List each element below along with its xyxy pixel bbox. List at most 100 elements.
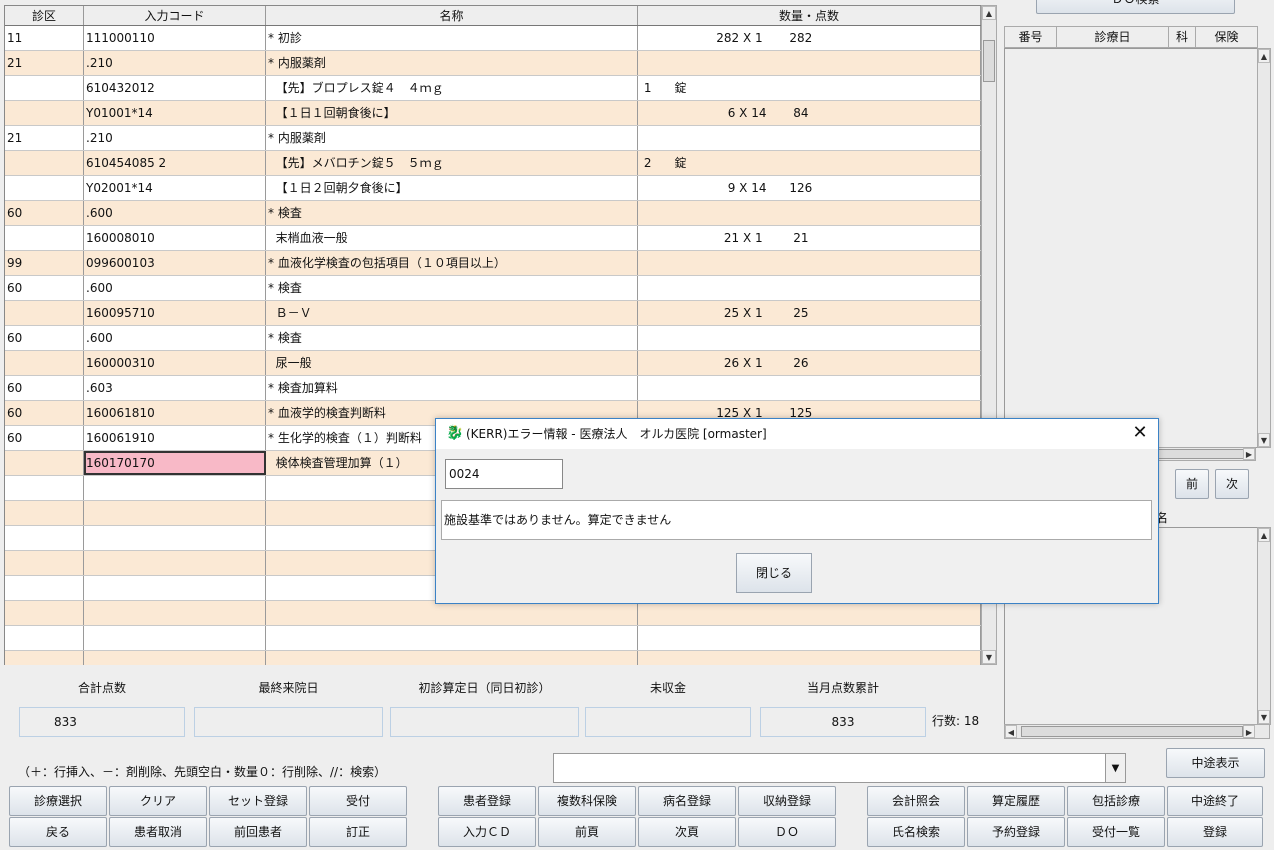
table-row[interactable]: 160008010 末梢血液一般 21 X 1 21 bbox=[5, 226, 981, 251]
function-button-r2-7[interactable]: 次頁 bbox=[638, 817, 736, 847]
function-button-r1-2[interactable]: クリア bbox=[109, 786, 207, 816]
cell-shinku[interactable] bbox=[5, 176, 84, 200]
function-button-r1-8[interactable]: 収納登録 bbox=[738, 786, 836, 816]
cell-input-code[interactable]: 610432012 bbox=[84, 76, 266, 100]
cell-name[interactable]: * 内服薬剤 bbox=[266, 51, 638, 75]
scroll-up-icon[interactable]: ▲ bbox=[982, 6, 996, 20]
disease-horizontal-scrollbar[interactable]: ◀ ▶ bbox=[1004, 724, 1270, 739]
cell-shinku[interactable]: 21 bbox=[5, 126, 84, 150]
table-row[interactable]: 60.603 * 検査加算料 bbox=[5, 376, 981, 401]
disease-scroll-right-icon[interactable]: ▶ bbox=[1243, 725, 1255, 738]
function-button-r1-1[interactable]: 診療選択 bbox=[9, 786, 107, 816]
cell-shinku[interactable] bbox=[5, 451, 84, 475]
function-button-r1-12[interactable]: 中途終了 bbox=[1167, 786, 1263, 816]
table-row[interactable] bbox=[5, 651, 981, 665]
cell-quantity[interactable] bbox=[638, 251, 981, 275]
cell-name[interactable]: * 検査 bbox=[266, 326, 638, 350]
cell-quantity[interactable] bbox=[638, 126, 981, 150]
close-icon[interactable]: ✕ bbox=[1130, 423, 1150, 443]
cell-name[interactable]: 【先】ブロプレス錠４ ４ｍｇ bbox=[266, 76, 638, 100]
scroll-down-icon[interactable]: ▼ bbox=[982, 650, 996, 664]
cell-input-code[interactable]: 160061810 bbox=[84, 401, 266, 425]
cell-quantity[interactable] bbox=[638, 651, 981, 665]
next-button[interactable]: 次 bbox=[1215, 469, 1249, 499]
cell-shinku[interactable] bbox=[5, 601, 84, 625]
command-dropdown-button[interactable]: ▼ bbox=[1105, 753, 1126, 783]
cell-input-code[interactable]: Y01001*14 bbox=[84, 101, 266, 125]
function-button-r2-8[interactable]: ＤＯ bbox=[738, 817, 836, 847]
table-row[interactable]: 610432012 【先】ブロプレス錠４ ４ｍｇ 1 錠 bbox=[5, 76, 981, 101]
cell-input-code[interactable]: .600 bbox=[84, 326, 266, 350]
cell-input-code[interactable] bbox=[84, 476, 266, 500]
cell-input-code[interactable]: 610454085 2 bbox=[84, 151, 266, 175]
function-button-r2-2[interactable]: 患者取消 bbox=[109, 817, 207, 847]
cell-input-code[interactable]: 160008010 bbox=[84, 226, 266, 250]
cell-input-code[interactable]: .210 bbox=[84, 51, 266, 75]
prev-button[interactable]: 前 bbox=[1175, 469, 1209, 499]
function-button-r1-4[interactable]: 受付 bbox=[309, 786, 407, 816]
table-row[interactable]: 21.210 * 内服薬剤 bbox=[5, 126, 981, 151]
cell-shinku[interactable]: 60 bbox=[5, 426, 84, 450]
cell-input-code[interactable]: 099600103 bbox=[84, 251, 266, 275]
function-button-r2-12[interactable]: 登録 bbox=[1167, 817, 1263, 847]
cell-shinku[interactable]: 99 bbox=[5, 251, 84, 275]
table-row[interactable]: 21.210 * 内服薬剤 bbox=[5, 51, 981, 76]
history-hscroll-thumb[interactable] bbox=[1155, 449, 1245, 459]
cell-name[interactable] bbox=[266, 626, 638, 650]
cell-name[interactable]: 【１日１回朝食後に】 bbox=[266, 101, 638, 125]
cell-quantity[interactable]: 26 X 1 26 bbox=[638, 351, 981, 375]
table-row[interactable] bbox=[5, 626, 981, 651]
cell-name[interactable]: 尿一般 bbox=[266, 351, 638, 375]
cell-shinku[interactable] bbox=[5, 576, 84, 600]
cell-name[interactable]: * 検査 bbox=[266, 276, 638, 300]
history-scroll-down-icon[interactable]: ▼ bbox=[1258, 433, 1270, 447]
function-button-r1-7[interactable]: 病名登録 bbox=[638, 786, 736, 816]
cell-input-code[interactable]: 160170170 bbox=[84, 451, 266, 475]
cell-quantity[interactable]: 2 錠 bbox=[638, 151, 981, 175]
cell-name[interactable]: 末梢血液一般 bbox=[266, 226, 638, 250]
cell-name[interactable]: * 初診 bbox=[266, 26, 638, 50]
cell-shinku[interactable]: 60 bbox=[5, 276, 84, 300]
cell-name[interactable]: * 検査 bbox=[266, 201, 638, 225]
disease-scroll-down-icon[interactable]: ▼ bbox=[1258, 710, 1270, 724]
function-button-r2-4[interactable]: 訂正 bbox=[309, 817, 407, 847]
cell-quantity[interactable] bbox=[638, 51, 981, 75]
table-row[interactable]: 160095710 Ｂ－Ｖ 25 X 1 25 bbox=[5, 301, 981, 326]
cell-quantity[interactable] bbox=[638, 601, 981, 625]
history-scroll-right-icon[interactable]: ▶ bbox=[1243, 448, 1255, 460]
table-row[interactable]: 60.600 * 検査 bbox=[5, 326, 981, 351]
cell-input-code[interactable] bbox=[84, 551, 266, 575]
table-row[interactable]: 160000310 尿一般 26 X 1 26 bbox=[5, 351, 981, 376]
function-button-r2-6[interactable]: 前頁 bbox=[538, 817, 636, 847]
cell-input-code[interactable]: .603 bbox=[84, 376, 266, 400]
cell-quantity[interactable]: 9 X 14 126 bbox=[638, 176, 981, 200]
cell-name[interactable] bbox=[266, 601, 638, 625]
cell-shinku[interactable] bbox=[5, 101, 84, 125]
cell-name[interactable]: Ｂ－Ｖ bbox=[266, 301, 638, 325]
scroll-thumb[interactable] bbox=[983, 40, 995, 82]
cell-input-code[interactable]: .600 bbox=[84, 276, 266, 300]
cell-input-code[interactable] bbox=[84, 651, 266, 665]
cell-name[interactable]: * 検査加算料 bbox=[266, 376, 638, 400]
cell-quantity[interactable] bbox=[638, 376, 981, 400]
table-row[interactable]: 610454085 2 【先】メバロチン錠５ ５ｍｇ 2 錠 bbox=[5, 151, 981, 176]
cell-shinku[interactable]: 60 bbox=[5, 326, 84, 350]
function-button-r2-9[interactable]: 氏名検索 bbox=[867, 817, 965, 847]
midway-display-button[interactable]: 中途表示 bbox=[1166, 748, 1265, 778]
cell-shinku[interactable] bbox=[5, 151, 84, 175]
cell-quantity[interactable] bbox=[638, 201, 981, 225]
function-button-r2-1[interactable]: 戻る bbox=[9, 817, 107, 847]
cell-shinku[interactable] bbox=[5, 551, 84, 575]
dialog-close-button[interactable]: 閉じる bbox=[736, 553, 812, 593]
command-input[interactable] bbox=[553, 753, 1106, 783]
cell-input-code[interactable]: 160000310 bbox=[84, 351, 266, 375]
cell-input-code[interactable]: 160095710 bbox=[84, 301, 266, 325]
cell-input-code[interactable] bbox=[84, 501, 266, 525]
cell-shinku[interactable] bbox=[5, 476, 84, 500]
function-button-r2-5[interactable]: 入力ＣＤ bbox=[438, 817, 536, 847]
function-button-r1-9[interactable]: 会計照会 bbox=[867, 786, 965, 816]
cell-shinku[interactable]: 60 bbox=[5, 201, 84, 225]
cell-input-code[interactable] bbox=[84, 626, 266, 650]
cell-quantity[interactable]: 1 錠 bbox=[638, 76, 981, 100]
cell-quantity[interactable]: 25 X 1 25 bbox=[638, 301, 981, 325]
